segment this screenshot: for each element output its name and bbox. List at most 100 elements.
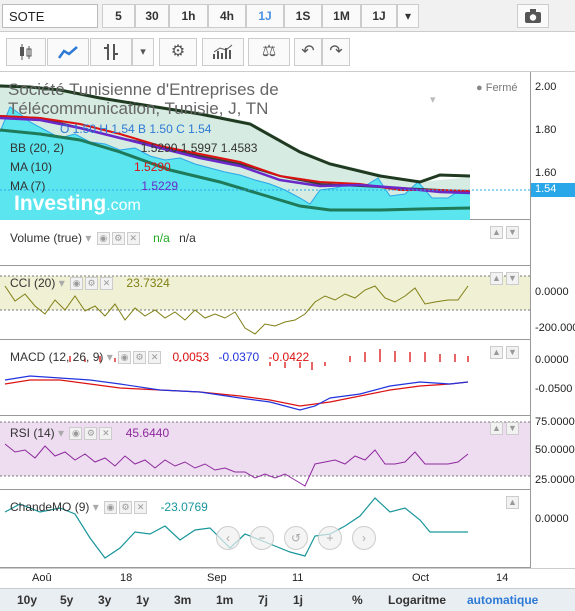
bar-chart-icon (104, 44, 118, 60)
range-3y[interactable]: 3y (98, 593, 111, 607)
xtick: Oct (412, 572, 430, 584)
timeframe-5[interactable]: 5 (102, 4, 135, 28)
pane-down-icon[interactable]: ▼ (506, 272, 519, 285)
pane-down-icon[interactable]: ▼ (506, 422, 519, 435)
eye-icon[interactable]: ◉ (69, 427, 83, 441)
macd-pane[interactable]: MACD (12, 26, 9) ▾ ◉ ⚙ ✕ 0.0053 -0.0370 -0… (0, 340, 530, 416)
undo-button[interactable]: ↶ (294, 38, 322, 66)
candlestick-button[interactable] (6, 38, 46, 66)
chevron-right-icon: › (362, 531, 366, 545)
volume-axis (530, 220, 575, 266)
eye-icon[interactable]: ◉ (96, 232, 110, 246)
percent-toggle[interactable]: % (352, 593, 363, 607)
gear-icon[interactable]: ⚙ (85, 277, 99, 291)
pane-up-icon[interactable]: ▲ (490, 226, 503, 239)
eye-icon[interactable]: ◉ (70, 277, 84, 291)
cci-axis: 0.0000 -200.0000 (530, 266, 575, 340)
ytick: -200.0000 (535, 322, 575, 334)
cmo-axis: 0.0000 (530, 490, 575, 568)
close-icon[interactable]: ✕ (126, 232, 140, 246)
area-chart-button[interactable] (47, 38, 89, 66)
ohlc-readout: O 1.50 H 1.54 B 1.50 C 1.54 (60, 122, 212, 136)
chevron-left-icon: ‹ (226, 531, 230, 545)
instrument-title: Société Tunisienne d'Entreprises de (8, 80, 279, 99)
gear-icon[interactable]: ⚙ (84, 427, 98, 441)
log-toggle[interactable]: Logaritme (388, 593, 446, 607)
zoom-out-button[interactable]: − (250, 526, 274, 550)
compare-button[interactable]: ⚖ (248, 38, 290, 66)
svg-text:▾: ▾ (430, 94, 436, 106)
timeframe-1w[interactable]: 1S (284, 4, 322, 28)
timeframe-1d[interactable]: 1J (246, 4, 284, 28)
ytick: 50.0000 (535, 444, 575, 456)
reset-zoom-button[interactable]: ↺ (284, 526, 308, 550)
range-1m[interactable]: 1m (216, 593, 233, 607)
cmo-pane[interactable]: ChandeMO (9) ▾ ◉ ⚙ ✕ -23.0769 ▲ ‹ − ↺ + › (0, 490, 530, 568)
time-axis: Aoû 18 Sep 11 Oct 14 (0, 568, 575, 588)
close-icon[interactable]: ✕ (99, 427, 113, 441)
xtick: Aoû (32, 572, 52, 584)
pane-up-icon[interactable]: ▲ (506, 496, 519, 509)
range-5y[interactable]: 5y (60, 593, 73, 607)
cci-legend: CCI (20) ▾ ◉ ⚙ ✕ 23.7324 (10, 276, 170, 291)
ytick: 1.60 (535, 167, 557, 179)
gear-icon[interactable]: ⚙ (119, 501, 133, 515)
indicators-button[interactable] (202, 38, 244, 66)
minus-icon: − (258, 531, 266, 545)
gear-icon[interactable]: ⚙ (111, 232, 125, 246)
volume-pane[interactable]: Volume (true) ▾ ◉ ⚙ ✕ n/a n/a ▲ ▼ (0, 220, 530, 266)
pane-up-icon[interactable]: ▲ (490, 272, 503, 285)
range-bar: 10y 5y 3y 1y 3m 1m 7j 1j % Logaritme aut… (0, 588, 575, 611)
scroll-left-button[interactable]: ‹ (216, 526, 240, 550)
zoom-in-button[interactable]: + (318, 526, 342, 550)
ytick: 75.0000 (535, 416, 575, 428)
close-icon[interactable]: ✕ (134, 501, 148, 515)
scale-icon: ⚖ (261, 43, 277, 60)
chart-type-menu[interactable]: ▾ (132, 38, 154, 66)
timeframe-1h[interactable]: 1h (169, 4, 208, 28)
reset-icon: ↺ (290, 531, 302, 545)
indicators-icon (213, 44, 233, 59)
price-pane[interactable]: ▾ Société Tunisienne d'Entreprises de Té… (0, 72, 530, 220)
eye-icon[interactable]: ◉ (118, 351, 132, 365)
scroll-right-button[interactable]: › (352, 526, 376, 550)
redo-button[interactable]: ↷ (322, 38, 350, 66)
redo-icon: ↷ (329, 43, 343, 60)
ma10-legend: MA (10) 1.5290 (10, 160, 171, 174)
pane-down-icon[interactable]: ▼ (506, 226, 519, 239)
pane-up-icon[interactable]: ▲ (490, 422, 503, 435)
timeframe-1y[interactable]: 1J (361, 4, 397, 28)
gear-icon[interactable]: ⚙ (133, 351, 147, 365)
timeframe-30[interactable]: 30 (135, 4, 169, 28)
bar-chart-button[interactable] (90, 38, 132, 66)
ytick: -0.0500 (535, 383, 573, 395)
candlestick-icon (20, 44, 32, 60)
auto-toggle[interactable]: automatique (467, 593, 538, 607)
timeframe-4h[interactable]: 4h (208, 4, 246, 28)
close-icon[interactable]: ✕ (100, 277, 114, 291)
volume-legend: Volume (true) ▾ ◉ ⚙ ✕ n/a n/a (10, 231, 196, 246)
chevron-down-icon: ▾ (404, 9, 412, 23)
pane-down-icon[interactable]: ▼ (506, 346, 519, 359)
timeframe-1m[interactable]: 1M (322, 4, 361, 28)
macd-axis: 0.0000 -0.0500 (530, 340, 575, 416)
ytick: 0.0000 (535, 286, 569, 298)
ytick: 0.0000 (535, 513, 569, 525)
range-1y[interactable]: 1y (136, 593, 149, 607)
market-status: ● Fermé (476, 82, 518, 94)
settings-button[interactable]: ⚙ (159, 38, 197, 66)
range-3m[interactable]: 3m (174, 593, 191, 607)
range-7d[interactable]: 7j (258, 593, 268, 607)
symbol-input[interactable]: SOTE (2, 4, 98, 28)
eye-icon[interactable]: ◉ (104, 501, 118, 515)
range-10y[interactable]: 10y (17, 593, 37, 607)
range-1d[interactable]: 1j (293, 593, 303, 607)
screenshot-button[interactable] (517, 4, 549, 28)
cci-pane[interactable]: CCI (20) ▾ ◉ ⚙ ✕ 23.7324 ▲ ▼ (0, 266, 530, 340)
close-icon[interactable]: ✕ (148, 351, 162, 365)
pane-up-icon[interactable]: ▲ (490, 346, 503, 359)
rsi-pane[interactable]: RSI (14) ▾ ◉ ⚙ ✕ 45.6440 ▲ ▼ (0, 416, 530, 490)
rsi-legend: RSI (14) ▾ ◉ ⚙ ✕ 45.6440 (10, 426, 170, 441)
timeframe-more[interactable]: ▾ (397, 4, 419, 28)
last-price-tag: 1.54 (531, 183, 575, 197)
